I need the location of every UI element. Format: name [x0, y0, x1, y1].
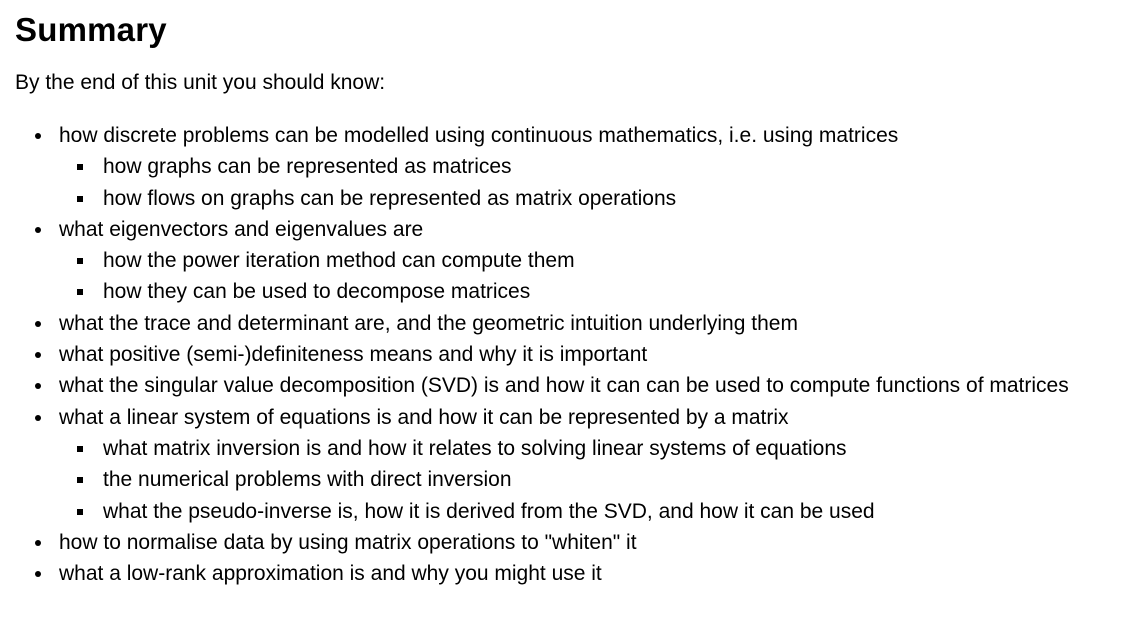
list-item: what a low-rank approximation is and why… [15, 558, 1140, 589]
list-item-text: what eigenvectors and eigenvalues are [59, 217, 424, 241]
list-item: how discrete problems can be modelled us… [15, 120, 1140, 214]
disc-bullet-icon [35, 320, 41, 327]
list-item-text: what the trace and determinant are, and … [59, 311, 798, 335]
square-bullet-icon [77, 508, 83, 515]
sub-list-item-text: how they can be used to decompose matric… [103, 280, 531, 304]
sub-list: what matrix inversion is and how it rela… [59, 433, 1140, 527]
sub-list-item: how the power iteration method can compu… [59, 245, 1140, 276]
disc-bullet-icon [35, 133, 41, 139]
square-bullet-icon [77, 289, 83, 296]
list-item: how to normalise data by using matrix op… [15, 527, 1140, 558]
list-item-text: what a linear system of equations is and… [59, 405, 789, 429]
sub-list-item-text: what matrix inversion is and how it rela… [103, 436, 847, 460]
square-bullet-icon [77, 445, 83, 452]
sub-list-item-text: how the power iteration method can compu… [103, 249, 575, 273]
square-bullet-icon [77, 164, 83, 171]
sub-list-item-text: how graphs can be represented as matrice… [103, 155, 512, 179]
list-item: what the trace and determinant are, and … [15, 308, 1140, 339]
summary-page: Summary By the end of this unit you shou… [0, 0, 1140, 589]
disc-bullet-icon [35, 414, 41, 421]
sub-list-item-text: how flows on graphs can be represented a… [103, 186, 677, 210]
sub-list-item: what the pseudo-inverse is, how it is de… [59, 496, 1140, 527]
list-item-text: what a low-rank approximation is and why… [59, 562, 602, 586]
list-item-text: what positive (semi-)definiteness means … [59, 343, 648, 367]
sub-list-item: how graphs can be represented as matrice… [59, 151, 1140, 182]
disc-bullet-icon [35, 383, 41, 390]
list-item: what the singular value decomposition (S… [15, 370, 1140, 401]
page-title: Summary [15, 11, 167, 48]
list-item-text: how discrete problems can be modelled us… [59, 124, 899, 147]
sub-list-item-text: what the pseudo-inverse is, how it is de… [103, 499, 875, 523]
disc-bullet-icon [35, 539, 41, 546]
list-item: what eigenvectors and eigenvalues are how… [15, 214, 1140, 308]
disc-bullet-icon [35, 571, 41, 578]
list-item-text: how to normalise data by using matrix op… [59, 530, 637, 554]
list-item-text: what the singular value decomposition (S… [59, 374, 1069, 398]
disc-bullet-icon [35, 226, 41, 233]
sub-list-item: how they can be used to decompose matric… [59, 276, 1140, 307]
sub-list-item: what matrix inversion is and how it rela… [59, 433, 1140, 464]
square-bullet-icon [77, 258, 83, 265]
sub-list: how the power iteration method can compu… [59, 245, 1140, 308]
disc-bullet-icon [35, 352, 41, 359]
intro-text: By the end of this unit you should know: [15, 71, 386, 94]
sub-list-item: the numerical problems with direct inver… [59, 464, 1140, 495]
summary-list: how discrete problems can be modelled us… [15, 120, 1140, 589]
list-item: what a linear system of equations is and… [15, 402, 1140, 527]
sub-list-item: how flows on graphs can be represented a… [59, 183, 1140, 214]
square-bullet-icon [77, 477, 83, 484]
square-bullet-icon [77, 195, 83, 202]
sub-list-item-text: the numerical problems with direct inver… [103, 468, 512, 492]
sub-list: how graphs can be represented as matrice… [59, 151, 1140, 214]
list-item: what positive (semi-)definiteness means … [15, 339, 1140, 370]
